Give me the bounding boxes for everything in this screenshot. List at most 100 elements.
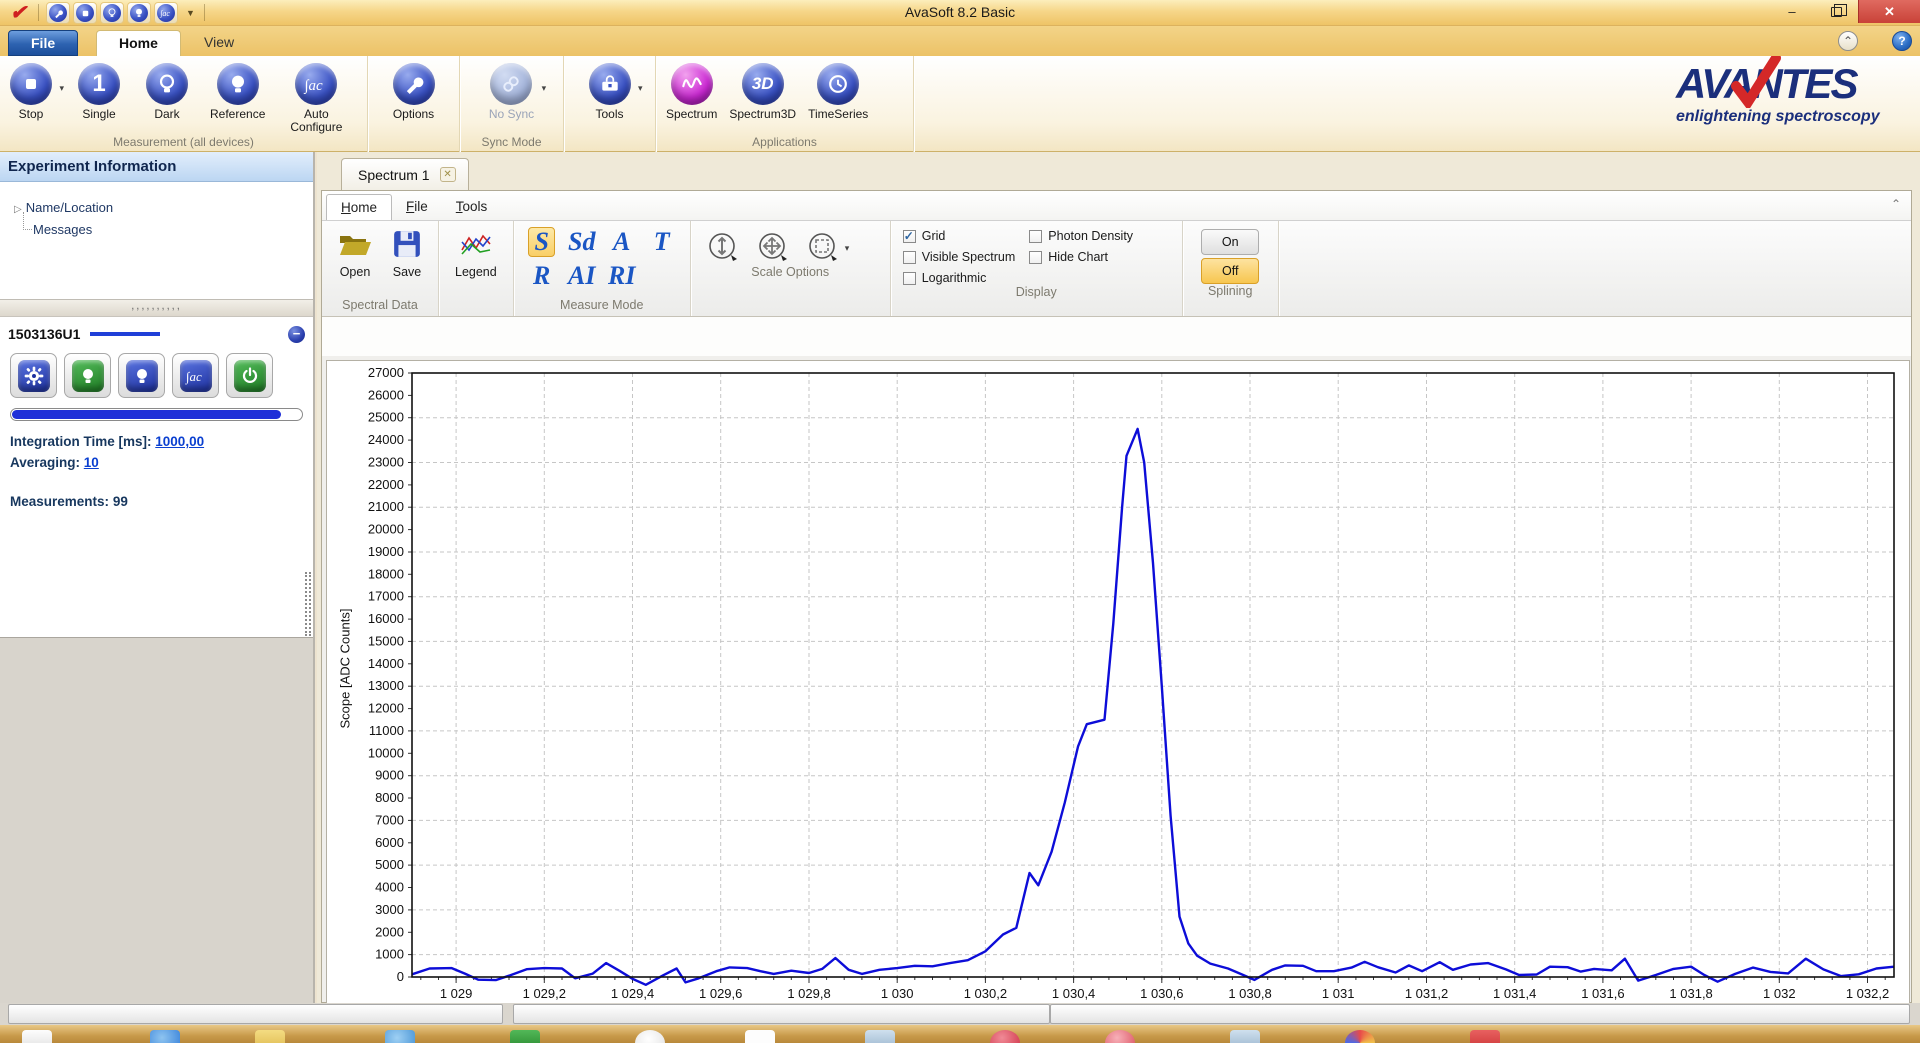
collapse-device-button[interactable]: −	[288, 326, 305, 343]
doc-tab-file[interactable]: File	[392, 194, 442, 220]
svg-text:1 030,8: 1 030,8	[1228, 986, 1271, 1001]
timeseries-button[interactable]: TimeSeries	[802, 61, 874, 121]
auto-configure-button[interactable]: ∫ac Auto Configure	[277, 61, 355, 134]
taskbar-icon[interactable]	[150, 1030, 180, 1043]
vertical-splitter-handle[interactable]	[305, 572, 311, 636]
taskbar-icon[interactable]	[865, 1030, 895, 1043]
svg-text:9000: 9000	[375, 768, 404, 783]
taskbar-icon[interactable]	[745, 1030, 775, 1043]
zoom-pan-icon[interactable]	[757, 231, 791, 265]
single-button[interactable]: 1 Single	[72, 61, 126, 121]
device-settings-button[interactable]	[10, 353, 57, 398]
close-button[interactable]: ✕	[1858, 0, 1920, 23]
tab-file[interactable]: File	[8, 30, 78, 56]
collapse-inner-ribbon-icon[interactable]: ⌃	[1891, 197, 1901, 211]
close-tab-icon[interactable]: ✕	[440, 167, 456, 182]
svg-text:1 030,4: 1 030,4	[1052, 986, 1095, 1001]
svg-text:3000: 3000	[375, 902, 404, 917]
dark-button[interactable]: Dark	[140, 61, 194, 121]
mode-ri-button[interactable]: RI	[602, 261, 641, 291]
mode-scope-dark-button[interactable]: Sd	[562, 227, 601, 257]
device-dark-button[interactable]	[64, 353, 111, 398]
reference-bulb-icon	[217, 63, 259, 105]
measurement-progress-bar	[10, 408, 303, 421]
save-button[interactable]: Save	[384, 229, 430, 279]
help-icon[interactable]: ?	[1892, 31, 1912, 51]
legend-icon	[459, 229, 493, 259]
svg-text:15000: 15000	[368, 633, 404, 648]
checkbox-photon-density[interactable]: Photon Density	[1029, 229, 1133, 243]
no-sync-dropdown-caret[interactable]: ▾	[542, 83, 547, 94]
zoom-vertical-icon[interactable]	[707, 231, 741, 265]
tree-item-name-location[interactable]: ▷Name/Location	[14, 198, 313, 220]
tree-item-messages[interactable]: Messages	[21, 220, 313, 240]
svg-text:22000: 22000	[368, 477, 404, 492]
mode-scope-button[interactable]: S	[528, 227, 554, 257]
taskbar-icon[interactable]	[255, 1030, 285, 1043]
device-reference-button[interactable]	[118, 353, 165, 398]
mode-absorbance-button[interactable]: A	[607, 227, 636, 257]
restore-button[interactable]	[1814, 0, 1858, 23]
checkbox-icon	[903, 272, 916, 285]
averaging-link[interactable]: 10	[84, 455, 99, 470]
restore-icon	[1831, 7, 1842, 17]
svg-text:1 031,4: 1 031,4	[1493, 986, 1536, 1001]
stop-dropdown-caret[interactable]: ▾	[59, 83, 64, 94]
expand-triangle-icon[interactable]: ▷	[14, 204, 22, 215]
spectrum-button[interactable]: Spectrum	[660, 61, 723, 121]
svg-text:1 030,2: 1 030,2	[964, 986, 1007, 1001]
checkbox-visible-spectrum[interactable]: Visible Spectrum	[903, 250, 1016, 264]
spectrum3d-button[interactable]: 3D Spectrum3D	[723, 61, 802, 121]
reference-button[interactable]: Reference	[204, 61, 271, 121]
taskbar-icon[interactable]	[1470, 1030, 1500, 1043]
sidebar-splitter-handle[interactable]: ,,,,,,,,,,	[0, 300, 313, 316]
tools-dropdown-caret[interactable]: ▾	[638, 83, 643, 94]
tab-spectrum1[interactable]: Spectrum 1 ✕	[341, 158, 469, 190]
taskbar-icon[interactable]	[635, 1030, 665, 1043]
svg-text:13000: 13000	[368, 678, 404, 693]
taskbar-icon[interactable]	[990, 1030, 1020, 1043]
taskbar-icon[interactable]	[1345, 1030, 1375, 1043]
doc-tab-home[interactable]: Home	[326, 194, 392, 220]
group-display: Grid Visible Spectrum Logarithmic Photon…	[891, 221, 1183, 316]
mode-ai-button[interactable]: AI	[562, 261, 601, 291]
spectrum-chart[interactable]: 1 0291 029,21 029,41 029,61 029,81 0301 …	[326, 360, 1910, 1036]
collapse-ribbon-icon[interactable]: ⌃	[1838, 31, 1858, 51]
tab-home[interactable]: Home	[96, 30, 181, 56]
minimize-button[interactable]: –	[1770, 0, 1814, 23]
device-autoconfigure-button[interactable]: ∫ac	[172, 353, 219, 398]
checkbox-logarithmic[interactable]: Logarithmic	[903, 271, 1016, 285]
splining-on-button[interactable]: On	[1201, 229, 1259, 255]
chain-link-icon	[490, 63, 532, 105]
svg-text:11000: 11000	[369, 723, 404, 738]
device-power-button[interactable]	[226, 353, 273, 398]
measurements-row: Measurements: 99	[8, 491, 305, 512]
tab-view[interactable]: View	[182, 30, 256, 56]
doc-tab-tools[interactable]: Tools	[442, 194, 502, 220]
stop-button[interactable]: ▾ Stop	[4, 61, 58, 121]
taskbar-icon[interactable]	[1105, 1030, 1135, 1043]
splining-off-button[interactable]: Off	[1201, 258, 1259, 284]
taskbar-icon[interactable]	[510, 1030, 540, 1043]
taskbar-icon[interactable]	[385, 1030, 415, 1043]
options-button[interactable]: Options	[387, 61, 441, 121]
chart-plot[interactable]: 1 0291 029,21 029,41 029,61 029,81 0301 …	[327, 361, 1909, 1035]
integration-time-link[interactable]: 1000,00	[155, 434, 204, 449]
open-button[interactable]: Open	[330, 229, 380, 279]
svg-text:25000: 25000	[368, 410, 404, 425]
no-sync-button[interactable]: ▾ No Sync	[483, 61, 540, 121]
group-label-applications: Applications	[660, 135, 909, 152]
taskbar	[0, 1025, 1920, 1043]
checkbox-hide-chart[interactable]: Hide Chart	[1029, 250, 1133, 264]
zoom-dropdown-caret[interactable]: ▾	[845, 243, 850, 254]
taskbar-icon[interactable]	[1230, 1030, 1260, 1043]
legend-button[interactable]: Legend	[447, 229, 505, 279]
blue-bulb-icon	[126, 360, 158, 392]
svg-text:12000: 12000	[368, 701, 404, 716]
taskbar-icon[interactable]	[22, 1030, 52, 1043]
zoom-region-icon[interactable]	[807, 231, 841, 265]
tools-button[interactable]: ▾ Tools	[583, 61, 637, 121]
mode-reflectance-button[interactable]: R	[527, 261, 556, 291]
checkbox-grid[interactable]: Grid	[903, 229, 1016, 243]
mode-transmittance-button[interactable]: T	[648, 227, 676, 257]
